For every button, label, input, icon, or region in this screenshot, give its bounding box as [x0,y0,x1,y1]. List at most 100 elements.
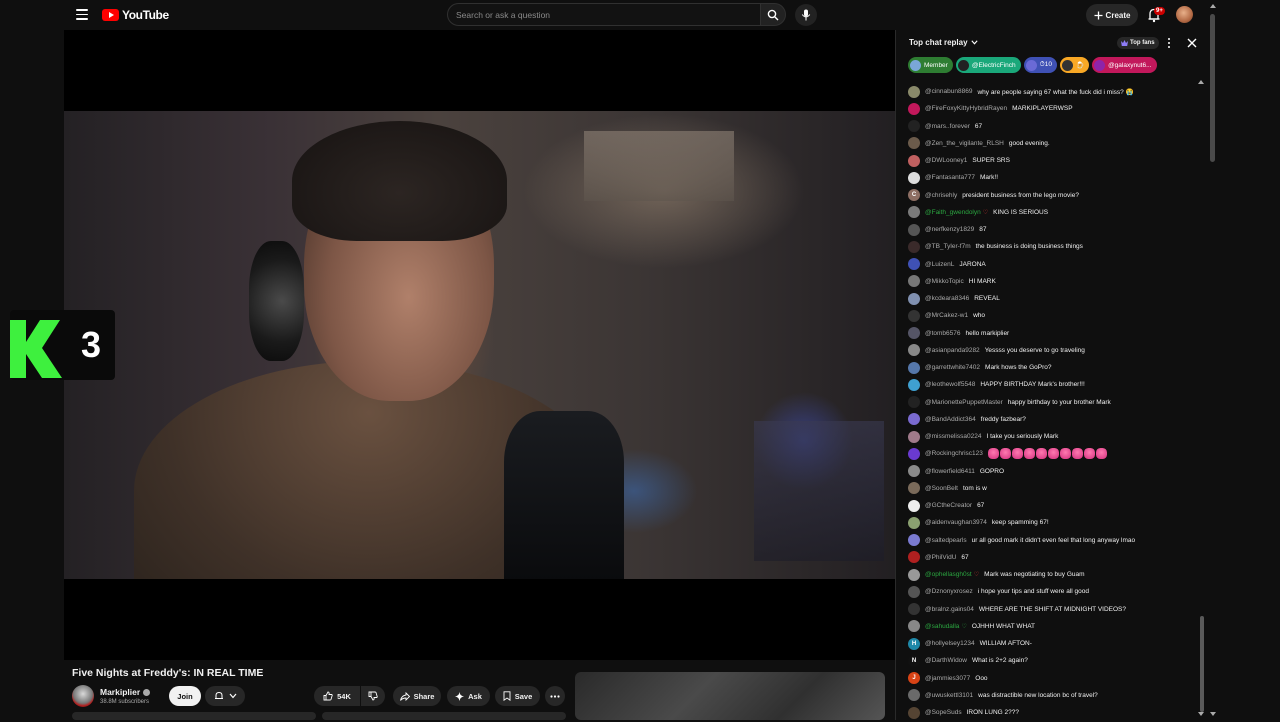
chat-message[interactable]: @MarionettePuppetMaster happy birthday to… [908,394,1111,411]
chat-message[interactable]: @GCtheCreator 67 [908,497,984,514]
chat-scroll-down-icon[interactable] [1198,712,1204,716]
chat-username[interactable]: @ophellasgh0st [925,571,972,578]
chat-message[interactable]: @MrCakez-w1 who [908,307,985,324]
dislike-button[interactable] [361,686,385,706]
chat-scrollbar[interactable] [1200,616,1204,712]
chat-message[interactable]: @aidenvaughan3974 keep spamming 67! [908,514,1049,531]
chat-message[interactable]: @missmelissa0224 I take you seriously Mar… [908,428,1058,445]
chat-message[interactable]: @asianpanda9282 Yessss you deserve to go … [908,342,1085,359]
chat-avatar[interactable] [908,551,920,564]
chat-avatar[interactable] [908,223,920,236]
chat-username[interactable]: @uwuskettl3101 [925,692,973,699]
chat-avatar[interactable] [908,534,920,546]
chat-username[interactable]: @Dznonyxrosez [925,588,973,595]
search-box[interactable] [447,3,761,26]
chat-avatar[interactable] [908,154,920,167]
chat-message[interactable]: @garrettwhite7402 Mark hows the GoPro? [908,359,1052,376]
chat-username[interactable]: @Zen_the_vigilante_RLSH [925,140,1004,147]
chat-message[interactable]: @DWLooney1 SUPER SRS [908,152,1010,169]
chat-avatar[interactable] [908,240,920,253]
chat-username[interactable]: @tomb6576 [925,330,961,337]
page-scrollbar[interactable] [1210,14,1215,162]
chat-username[interactable]: @saltedpearls [925,537,967,544]
chat-avatar[interactable] [908,413,920,426]
chat-avatar[interactable]: N [908,654,920,667]
chat-avatar[interactable] [908,603,920,615]
chat-avatar[interactable]: C [908,189,920,201]
chat-more-options-icon[interactable] [1166,37,1172,49]
chat-avatar[interactable] [908,102,920,115]
chat-message[interactable]: @sahudalla ♡ OJHHH WHAT WHAT [908,618,1035,635]
chat-avatar[interactable] [908,396,920,408]
menu-icon[interactable] [76,9,88,20]
chat-avatar[interactable] [908,447,920,460]
page-scroll-up-icon[interactable] [1210,4,1216,8]
chat-message[interactable]: N @DarthWidow What is 2+2 again? [908,652,1028,669]
chat-username[interactable]: @Faith_gwendolyn [925,209,981,216]
chat-username[interactable]: @LuizenL [925,261,954,268]
share-button[interactable]: Share [393,686,441,706]
chat-username[interactable]: @cinnabun8869 [925,88,972,95]
chat-message[interactable]: @SopeSuds IRON LUNG 2??? [908,704,1019,721]
chat-message[interactable]: @tomb6576 hello markiplier [908,325,1009,342]
chat-message[interactable]: @cinnabun8869 why are people saying 67 wh… [908,83,1134,100]
chat-username[interactable]: @DWLooney1 [925,157,967,164]
chat-mode-dropdown[interactable]: Top chat replay [909,38,978,47]
chat-avatar[interactable] [908,344,920,357]
search-button[interactable] [760,3,786,26]
chat-username[interactable]: @Fantasanta777 [925,174,975,181]
channel-avatar[interactable] [72,685,94,707]
save-button[interactable]: Save [495,686,540,706]
chat-avatar[interactable] [908,171,920,184]
chat-username[interactable]: @MikkoTopic [925,278,964,285]
chat-username[interactable]: @sahudalla [925,623,959,630]
chat-username[interactable]: @hollyelsey1234 [925,640,975,647]
close-icon[interactable] [1186,37,1198,49]
chat-message[interactable]: @Rockingchrisc123 [908,445,1108,462]
subscription-bell-button[interactable] [205,686,245,706]
chat-username[interactable]: @FireFoxyKittyHybridRayen [925,105,1007,112]
chat-message[interactable]: @Dznonyxrosez i hope your tips and stuff … [908,583,1089,600]
chat-message[interactable]: @FireFoxyKittyHybridRayen MARKIPLAYERWSP [908,100,1073,117]
chat-message[interactable]: @flowerfield6411 GOPRO [908,463,1004,480]
chat-username[interactable]: @PhilVidU [925,554,956,561]
chat-chip[interactable]: @ElectricFinch [955,57,1021,73]
chat-message[interactable]: @Faith_gwendolyn ♡ KING IS SERIOUS [908,204,1048,221]
chat-username[interactable]: @GCtheCreator [925,502,972,509]
chat-username[interactable]: @TB_Tyler-f7m [925,243,971,250]
chat-username[interactable]: @kcdeara8346 [925,295,969,302]
account-avatar[interactable] [1176,6,1193,23]
chat-avatar[interactable] [908,137,920,150]
join-button[interactable]: Join [169,686,201,706]
create-button[interactable]: Create [1086,4,1138,26]
chat-avatar[interactable] [908,499,920,512]
chat-message[interactable]: @TB_Tyler-f7m the business is doing busin… [908,238,1083,255]
chat-message[interactable]: @kcdeara8346 REVEAL [908,290,1000,307]
chat-username[interactable]: @bralnz.gains04 [925,606,974,613]
chat-avatar[interactable] [908,706,920,719]
chat-username[interactable]: @asianpanda9282 [925,347,980,354]
chat-avatar[interactable] [908,85,920,98]
chat-avatar[interactable]: H [908,637,920,650]
chat-message[interactable]: @MikkoTopic HI MARK [908,273,996,290]
chat-username[interactable]: @Rockingchrisc123 [925,450,983,457]
recommended-video-thumbnail[interactable] [575,672,885,720]
chat-avatar[interactable] [908,292,920,305]
chat-avatar[interactable] [908,120,920,132]
chat-chip[interactable]: @galaxynut6... [1092,57,1157,73]
chat-message[interactable]: @mars..forever 67 [908,118,982,135]
chat-username[interactable]: @mars..forever [925,123,970,130]
chat-avatar[interactable] [908,275,920,288]
chat-username[interactable]: @leothewolf5548 [925,381,975,388]
chat-avatar[interactable] [908,516,920,529]
chat-chip[interactable]: Member [908,57,953,73]
chat-message[interactable]: H @hollyelsey1234 WILLIAM AFTON- [908,635,1032,652]
chat-username[interactable]: @SopeSuds [925,709,962,716]
ask-button[interactable]: Ask [447,686,490,706]
chat-message[interactable]: @saltedpearls ur all good mark it didn't … [908,532,1135,549]
chat-avatar[interactable] [908,327,920,339]
chat-message[interactable]: C @chrisehly president business from the l… [908,187,1079,204]
chat-username[interactable]: @nerfkenzy1829 [925,226,974,233]
chat-message[interactable]: @uwuskettl3101 was distractible new locat… [908,687,1098,704]
video-player[interactable] [64,30,895,660]
